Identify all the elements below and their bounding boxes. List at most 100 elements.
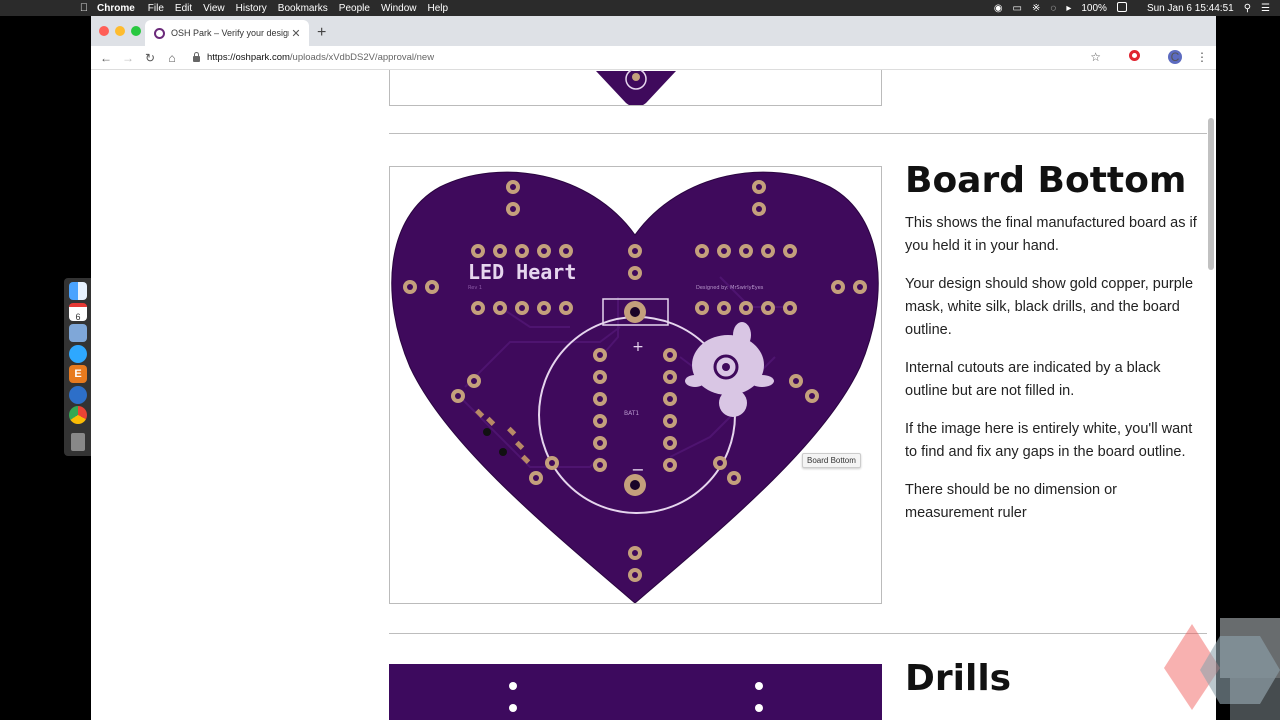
bluetooth-icon[interactable]: ※ xyxy=(1032,3,1040,14)
pcb-drill-hole xyxy=(756,184,762,190)
pcb-drill-hole xyxy=(632,572,638,578)
pcb-drill-hole xyxy=(597,418,603,424)
macos-menubar:  Chrome File Edit View History Bookmark… xyxy=(0,0,1280,16)
drills-title: Drills xyxy=(905,658,1012,699)
pcb-drill-hole xyxy=(630,480,640,490)
pcb-drill-hole xyxy=(519,305,525,311)
tab-title: OSH Park – Verify your design xyxy=(171,28,289,38)
profile-avatar[interactable]: C xyxy=(1154,50,1182,64)
pcb-drill-hole xyxy=(667,418,673,424)
menu-edit[interactable]: Edit xyxy=(175,3,192,14)
board-bottom-para-5: There should be no dimension or measurem… xyxy=(905,482,1117,521)
new-tab-button[interactable]: + xyxy=(317,24,326,42)
pcb-heart-render: + − LED Heart Rev 1 Designed by: MrSwirl… xyxy=(391,171,879,603)
apple-menu-icon[interactable]:  xyxy=(77,2,91,14)
chrome-menu-icon[interactable]: ⋮ xyxy=(1196,50,1208,64)
bookmark-star-icon[interactable]: ☆ xyxy=(1090,50,1101,64)
opera-extension-icon[interactable] xyxy=(1115,50,1140,64)
url-domain: https://oshpark.com xyxy=(207,52,290,63)
drills-image xyxy=(389,664,882,720)
pcb-drill-hole xyxy=(787,248,793,254)
wifi-icon[interactable]: ◌ xyxy=(1050,3,1056,14)
calendar-icon[interactable]: 6 xyxy=(69,303,87,322)
pcb-drill-hole xyxy=(667,396,673,402)
preview-icon[interactable] xyxy=(69,324,87,342)
record-icon[interactable]: ◉ xyxy=(994,3,1003,14)
menu-file[interactable]: File xyxy=(148,3,164,14)
pcb-drill-hole xyxy=(667,440,673,446)
pcb-drill-hole xyxy=(510,184,516,190)
spotlight-icon[interactable]: ⚲ xyxy=(1244,3,1251,14)
menu-app-chrome[interactable]: Chrome xyxy=(97,3,135,14)
back-arrow-icon[interactable]: ← xyxy=(95,51,117,65)
drills-preview xyxy=(509,682,763,712)
toolbar-actions: ☆ C ⋮ xyxy=(1076,50,1208,64)
pcb-drill-hole xyxy=(667,352,673,358)
pcb-drill-hole xyxy=(765,248,771,254)
battery-icon[interactable] xyxy=(1116,1,1137,15)
menu-people[interactable]: People xyxy=(339,3,370,14)
lock-icon xyxy=(193,51,200,62)
home-icon[interactable]: ⌂ xyxy=(161,51,183,65)
chrome-icon[interactable] xyxy=(69,406,87,424)
board-bottom-title: Board Bottom xyxy=(905,160,1187,201)
pcb-drill-hole xyxy=(597,440,603,446)
pcb-drill-hole xyxy=(667,462,673,468)
pcb-drill-hole xyxy=(667,374,673,380)
pcb-drill-hole xyxy=(475,248,481,254)
pcb-drill-hole xyxy=(857,284,863,290)
pcb-drill-hole xyxy=(541,248,547,254)
menu-view[interactable]: View xyxy=(203,3,225,14)
url-path: /uploads/xVdbDS2V/approval/new xyxy=(289,52,435,63)
pcb-drill-hole xyxy=(597,352,603,358)
address-bar[interactable]: https://oshpark.com/uploads/xVdbDS2V/app… xyxy=(189,49,1069,67)
trash-icon[interactable] xyxy=(71,433,85,451)
pcb-drill-hole xyxy=(743,305,749,311)
eagle-icon[interactable]: E xyxy=(69,365,87,383)
pcb-drill-hole xyxy=(632,550,638,556)
menubar-status-area: ◉ ▭ ※ ◌ ▸ 100% Sun Jan 6 15:44:51 ⚲ ☰ xyxy=(994,0,1280,16)
browser-toolbar: ← → ↻ ⌂ https://oshpark.com/uploads/xVdb… xyxy=(91,46,1216,70)
tab-oshpark[interactable]: OSH Park – Verify your design ✕ xyxy=(145,20,309,46)
pcb-drill-hole xyxy=(721,248,727,254)
pcb-drill-hole xyxy=(597,462,603,468)
messages-icon[interactable] xyxy=(69,345,87,363)
pcb-drill-hole xyxy=(549,460,555,466)
pcb-drill-hole xyxy=(497,248,503,254)
browser-window: OSH Park – Verify your design ✕ + ← → ↻ … xyxy=(91,16,1216,720)
minimize-window-button[interactable] xyxy=(115,26,125,36)
airplay-icon[interactable]: ▭ xyxy=(1013,3,1022,14)
pcb-drill-hole xyxy=(630,307,640,317)
forward-arrow-icon[interactable]: → xyxy=(117,51,139,65)
pcb-plus-label: + xyxy=(632,339,644,355)
close-window-button[interactable] xyxy=(99,26,109,36)
pcb-drill-hole xyxy=(533,475,539,481)
finder-icon[interactable] xyxy=(69,282,87,300)
reload-icon[interactable]: ↻ xyxy=(139,51,161,65)
pcb-drill-hole xyxy=(699,305,705,311)
menu-window[interactable]: Window xyxy=(381,3,417,14)
safari-icon[interactable] xyxy=(69,386,87,404)
board-top-image xyxy=(389,70,882,106)
clock[interactable]: Sun Jan 6 15:44:51 xyxy=(1147,3,1234,14)
pcb-drill-hole xyxy=(699,248,705,254)
menu-history[interactable]: History xyxy=(236,3,267,14)
pcb-drill-hole xyxy=(632,248,638,254)
battery-percent[interactable]: 100% xyxy=(1081,3,1107,14)
pcb-drill-hole xyxy=(475,305,481,311)
pcb-drill-hole xyxy=(597,374,603,380)
pcb-drill-hole xyxy=(429,284,435,290)
pcb-drill-hole xyxy=(455,393,461,399)
image-tooltip: Board Bottom xyxy=(802,453,861,468)
pcb-drill-hole xyxy=(793,378,799,384)
tab-strip: OSH Park – Verify your design ✕ + xyxy=(91,16,1216,46)
volume-icon[interactable]: ▸ xyxy=(1066,3,1071,14)
notification-center-icon[interactable]: ☰ xyxy=(1261,3,1270,14)
board-bottom-para-4: If the image here is entirely white, you… xyxy=(905,421,1193,460)
menu-bookmarks[interactable]: Bookmarks xyxy=(278,3,328,14)
menu-help[interactable]: Help xyxy=(428,3,449,14)
maximize-window-button[interactable] xyxy=(131,26,141,36)
pcb-drill-hole xyxy=(835,284,841,290)
tab-close-icon[interactable]: ✕ xyxy=(289,27,303,40)
page-scrollbar[interactable] xyxy=(1208,118,1214,270)
